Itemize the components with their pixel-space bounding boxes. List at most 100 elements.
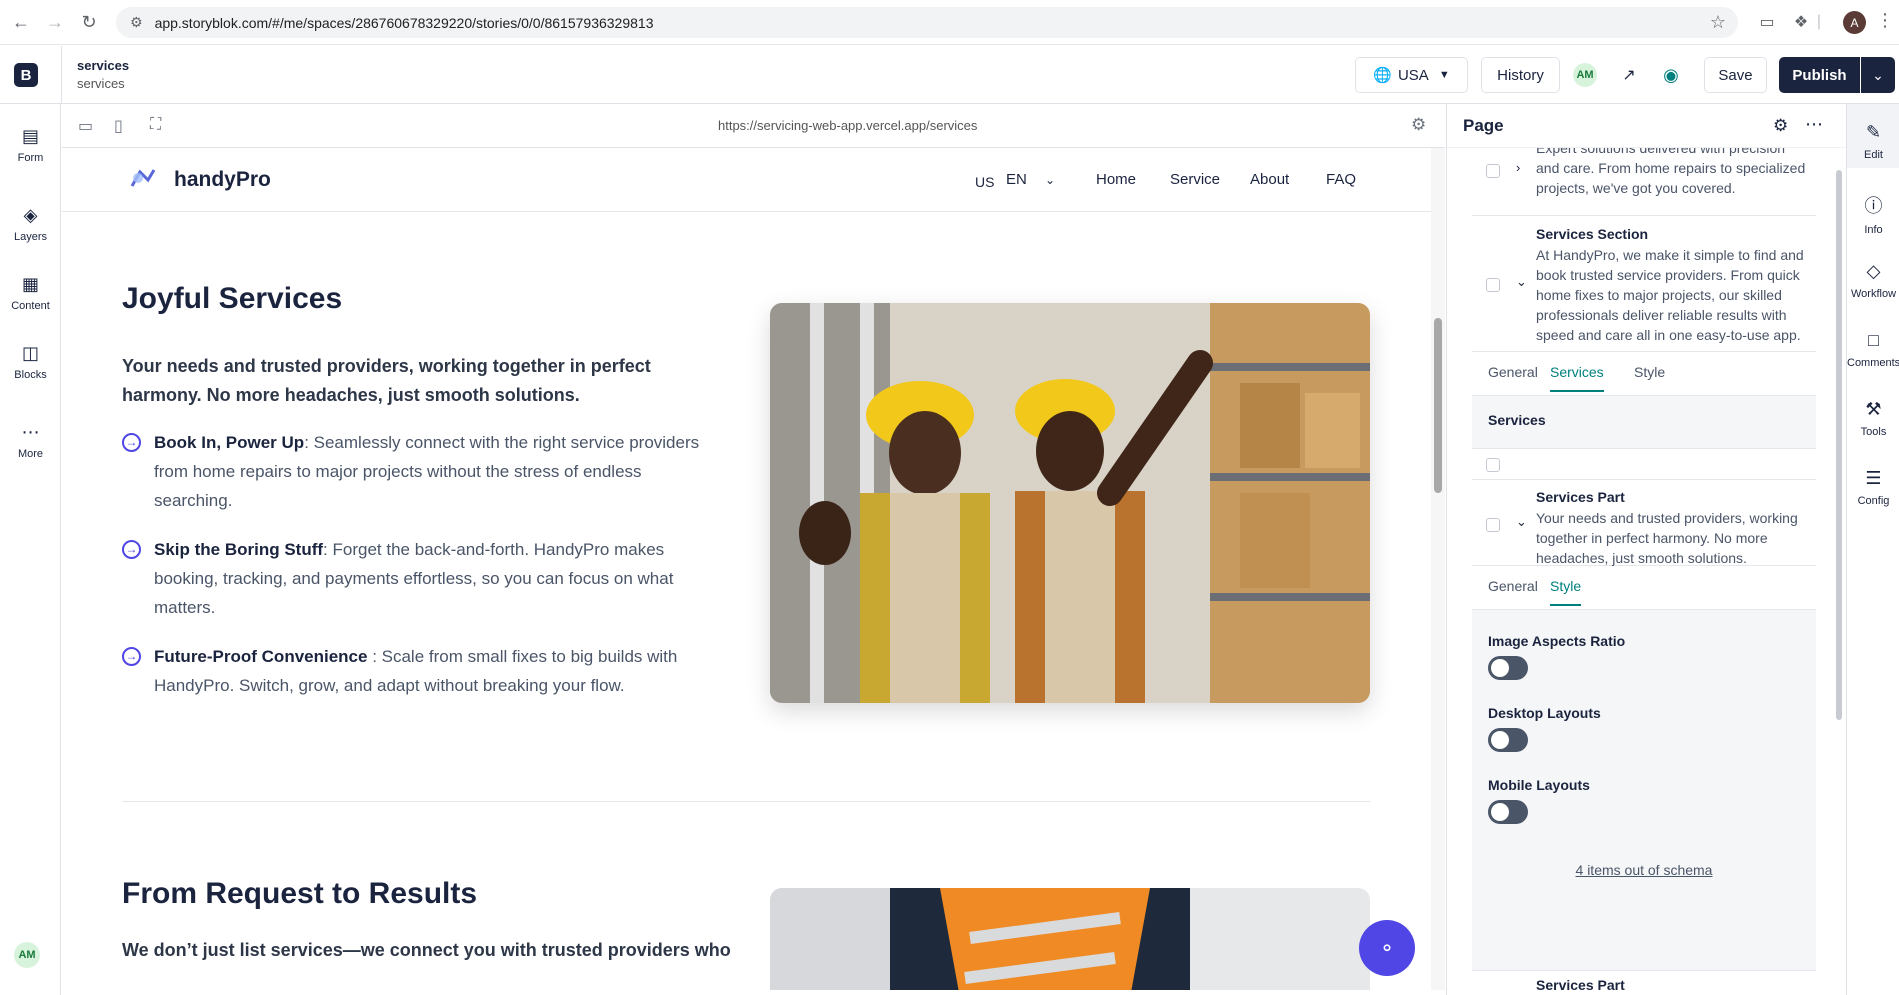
sidebar-item-form[interactable]: ▤ Form: [0, 126, 61, 164]
block-description: Your needs and trusted providers, workin…: [1536, 510, 1798, 566]
chevron-down-icon[interactable]: ⌄: [1516, 274, 1527, 290]
image-aspect-ratio-toggle[interactable]: [1488, 656, 1528, 680]
tab-general[interactable]: General: [1488, 578, 1538, 594]
sidebar-item-info[interactable]: ⓘ Info: [1847, 192, 1899, 236]
chat-button[interactable]: ⚬: [1359, 920, 1415, 976]
left-sidebar: ▤ Form ◈ Layers ▦ Content ◫ Blocks ⋯ Mor…: [0, 104, 61, 995]
desktop-layouts-toggle[interactable]: [1488, 728, 1528, 752]
back-icon[interactable]: ←: [8, 9, 34, 35]
field-label: Desktop Layouts: [1488, 705, 1601, 721]
bullet-heading: Skip the Boring Stuff: [154, 540, 324, 559]
config-icon: ☰: [1865, 468, 1882, 488]
tab-services[interactable]: Services: [1550, 364, 1604, 392]
bulk-select-row: [1472, 448, 1816, 480]
address-bar[interactable]: ⚙ app.storyblok.com/#/me/spaces/28676067…: [116, 7, 1738, 38]
feature-bullet: → Book In, Power Up: Seamlessly connect …: [122, 428, 722, 515]
fullscreen-icon[interactable]: ⛶: [150, 116, 161, 134]
preview-settings-icon[interactable]: ⚙: [1411, 115, 1426, 135]
sidebar-item-workflow[interactable]: ◇ Workflow: [1847, 261, 1899, 300]
locale-select[interactable]: 🌐 USA ▼: [1355, 57, 1468, 93]
site-settings-icon[interactable]: ⚙: [130, 14, 143, 31]
chevron-down-icon[interactable]: ⌄: [1516, 514, 1527, 530]
browser-menu-icon[interactable]: ⋮: [1876, 10, 1894, 31]
tab-style[interactable]: Style: [1550, 578, 1582, 606]
worker-vest-image: [770, 888, 1370, 990]
chat-icon: ⚬: [1378, 937, 1396, 960]
extension-icon[interactable]: ▭: [1756, 11, 1778, 33]
block-title: Services Part: [1536, 977, 1625, 993]
bookmark-star-icon[interactable]: ☆: [1710, 12, 1726, 33]
sidebar-item-config[interactable]: ☰ Config: [1847, 468, 1899, 507]
extensions-puzzle-icon[interactable]: ❖: [1790, 11, 1812, 33]
history-button[interactable]: History: [1481, 57, 1560, 93]
chevron-down-icon: ▼: [1438, 69, 1450, 81]
panel-title: Page: [1463, 116, 1504, 135]
preview-toolbar: ▭ ▯ ⛶ https://servicing-web-app.vercel.a…: [62, 104, 1445, 148]
sidebar-item-label: Content: [11, 300, 50, 312]
mobile-layouts-toggle[interactable]: [1488, 800, 1528, 824]
site-brand[interactable]: handyPro: [174, 168, 271, 192]
panel-scrollbar-thumb[interactable]: [1836, 170, 1842, 720]
block-card-services-part[interactable]: Services Part: [1472, 970, 1816, 995]
select-all-checkbox[interactable]: [1486, 458, 1500, 472]
right-sidebar: ✎ Edit ⓘ Info ◇ Workflow □ Comments ⚒ To…: [1846, 104, 1899, 995]
open-external-icon[interactable]: ↗: [1612, 57, 1646, 93]
sidebar-item-more[interactable]: ⋯ More: [0, 422, 61, 460]
results-photo: [770, 888, 1370, 990]
block-title: Services Part: [1536, 489, 1625, 505]
sidebar-item-comments[interactable]: □ Comments: [1847, 330, 1899, 369]
collaborator-avatar[interactable]: AM: [1573, 63, 1597, 87]
profile-avatar[interactable]: A: [1843, 11, 1866, 34]
chevron-down-icon: ⌄: [1045, 173, 1056, 187]
block-card-services-part[interactable]: ⌄ Services Part Your needs and trusted p…: [1472, 480, 1816, 566]
desktop-view-icon[interactable]: ▭: [78, 116, 93, 136]
sidebar-item-layers[interactable]: ◈ Layers: [0, 205, 61, 243]
sidebar-item-label: More: [17, 448, 44, 460]
section-lead: We don’t just list services—we connect y…: [122, 940, 731, 960]
blocks-icon: ◫: [21, 343, 39, 363]
panel-settings-icon[interactable]: ⚙: [1773, 116, 1788, 136]
section-title: From Request to Results: [122, 877, 478, 910]
mobile-view-icon[interactable]: ▯: [114, 116, 123, 136]
block-checkbox[interactable]: [1486, 278, 1500, 292]
nav-link-about[interactable]: About: [1250, 171, 1289, 188]
arrow-circle-icon: →: [122, 647, 141, 666]
sidebar-item-blocks[interactable]: ◫ Blocks: [0, 343, 61, 381]
tab-style[interactable]: Style: [1634, 364, 1665, 380]
nav-link-service[interactable]: Service: [1170, 171, 1220, 188]
chevron-right-icon[interactable]: ›: [1516, 160, 1520, 175]
address-text: app.storyblok.com/#/me/spaces/2867606783…: [154, 14, 654, 31]
save-button[interactable]: Save: [1704, 57, 1767, 93]
reload-icon[interactable]: ↻: [76, 9, 102, 35]
sidebar-item-content[interactable]: ▦ Content: [0, 274, 61, 312]
out-of-schema-link[interactable]: 4 items out of schema: [1472, 862, 1816, 878]
block-checkbox[interactable]: [1486, 164, 1500, 178]
forward-icon[interactable]: →: [42, 9, 68, 35]
language-select[interactable]: EN ⌄: [1006, 171, 1055, 188]
sidebar-item-edit[interactable]: ✎ Edit: [1847, 104, 1899, 168]
sidebar-item-label: Tools: [1860, 426, 1887, 438]
panel-more-icon[interactable]: ⋯: [1805, 114, 1823, 135]
status-icon[interactable]: ◉: [1654, 57, 1688, 93]
publish-button[interactable]: Publish: [1779, 57, 1860, 93]
workflow-icon: ◇: [1866, 261, 1881, 281]
block-card[interactable]: › Expert solutions delivered with precis…: [1472, 148, 1816, 216]
form-icon: ▤: [21, 126, 39, 146]
preview-scrollbar-thumb[interactable]: [1434, 318, 1442, 493]
preview-scrollbar[interactable]: [1431, 148, 1445, 990]
storyblok-logo[interactable]: B: [14, 63, 38, 87]
info-icon: ⓘ: [1864, 196, 1883, 216]
block-checkbox[interactable]: [1486, 518, 1500, 532]
story-slug: services: [77, 76, 125, 91]
publish-options-chevron-icon[interactable]: ⌄: [1861, 57, 1895, 93]
user-avatar[interactable]: AM: [14, 942, 40, 968]
divider: [61, 46, 62, 104]
block-card-services-section[interactable]: ⌄ Services Section At HandyPro, we make …: [1472, 216, 1816, 352]
nav-link-home[interactable]: Home: [1096, 171, 1136, 188]
tab-general[interactable]: General: [1488, 364, 1538, 380]
preview-url: https://servicing-web-app.vercel.app/ser…: [718, 118, 978, 133]
sidebar-item-tools[interactable]: ⚒ Tools: [1847, 399, 1899, 438]
nav-link-faq[interactable]: FAQ: [1326, 171, 1356, 188]
bullet-heading: Future-Proof Convenience: [154, 647, 373, 666]
editor-topbar: B services services 🌐 USA ▼ History AM ↗…: [0, 46, 1899, 104]
